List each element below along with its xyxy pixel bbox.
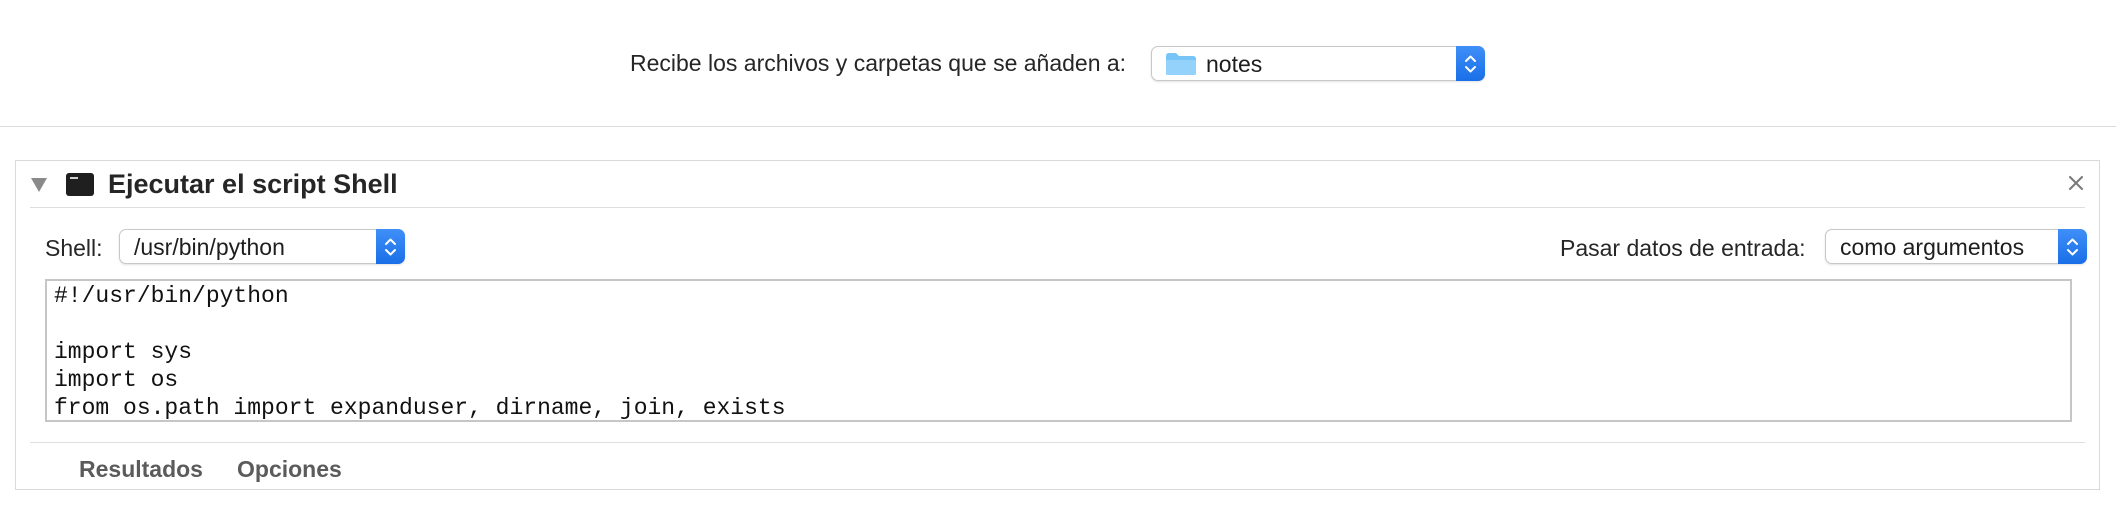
folder-select-value: notes bbox=[1206, 51, 1263, 77]
disclosure-triangle-icon[interactable] bbox=[30, 177, 48, 198]
pass-input-label: Pasar datos de entrada: bbox=[1560, 235, 1806, 261]
receive-label: Recibe los archivos y carpetas que se añ… bbox=[630, 50, 1127, 76]
script-line: import sys bbox=[54, 339, 193, 365]
shell-label: Shell: bbox=[45, 235, 103, 261]
shell-select-value: /usr/bin/python bbox=[134, 234, 285, 260]
folder-select-stepper[interactable] bbox=[1456, 46, 1485, 81]
chevron-updown-icon bbox=[2067, 238, 2078, 255]
pass-input-select[interactable]: como argumentos bbox=[1825, 229, 2087, 264]
header-divider bbox=[30, 207, 2085, 208]
chevron-updown-icon bbox=[1465, 55, 1476, 72]
footer-divider bbox=[30, 442, 2085, 443]
tab-options[interactable]: Opciones bbox=[237, 454, 342, 484]
pass-input-select-value: como argumentos bbox=[1840, 234, 2025, 260]
close-icon[interactable] bbox=[2069, 176, 2083, 195]
folder-icon bbox=[1165, 52, 1197, 81]
script-editor[interactable]: #!/usr/bin/python import sys import os f… bbox=[45, 279, 2072, 422]
folder-action-header: Recibe los archivos y carpetas que se añ… bbox=[0, 0, 2116, 126]
shell-select[interactable]: /usr/bin/python bbox=[119, 229, 405, 264]
chevron-updown-icon bbox=[385, 238, 396, 255]
terminal-icon bbox=[66, 173, 94, 196]
pass-input-select-stepper[interactable] bbox=[2058, 229, 2087, 264]
shell-select-stepper[interactable] bbox=[376, 229, 405, 264]
top-divider bbox=[0, 126, 2116, 127]
script-line: #!/usr/bin/python bbox=[54, 283, 289, 309]
folder-select[interactable]: notes bbox=[1151, 46, 1485, 81]
script-line: import os bbox=[54, 367, 179, 393]
script-line: from os.path import expanduser, dirname,… bbox=[54, 395, 786, 421]
shell-script-action: Ejecutar el script Shell Shell: /usr/bin… bbox=[15, 160, 2100, 490]
action-title: Ejecutar el script Shell bbox=[108, 169, 398, 199]
tab-results[interactable]: Resultados bbox=[79, 454, 203, 484]
